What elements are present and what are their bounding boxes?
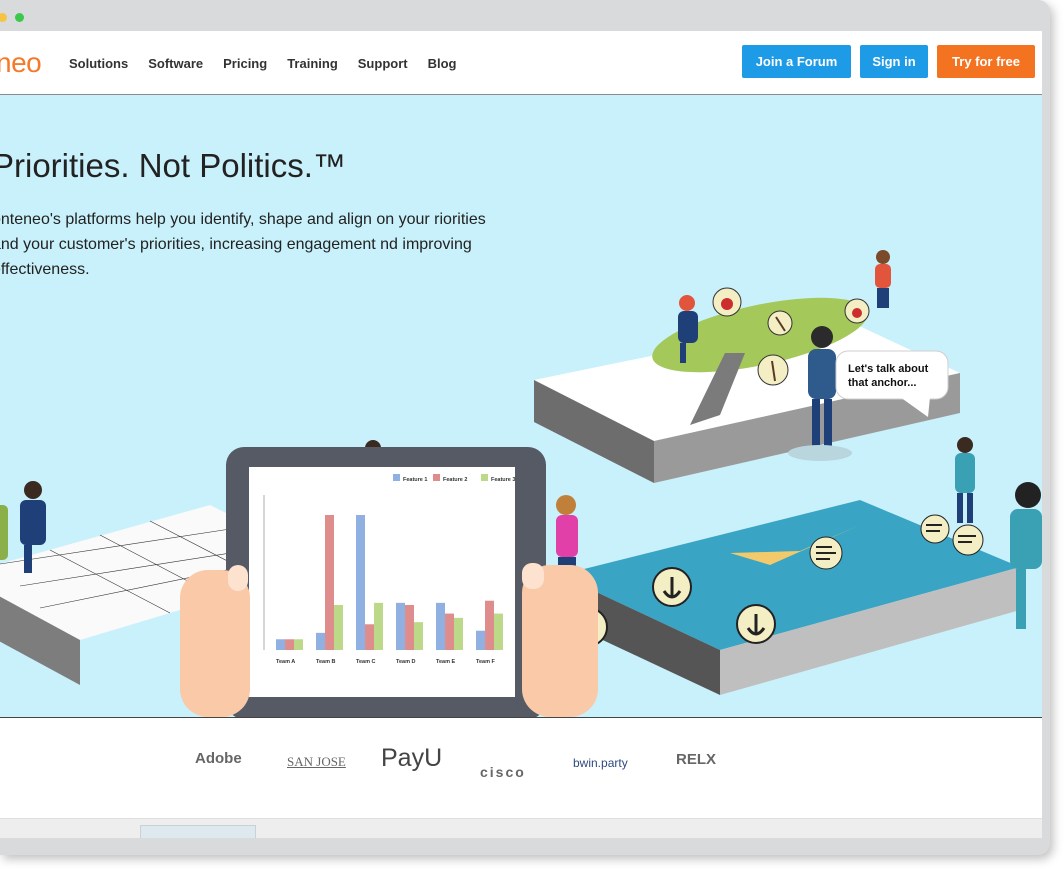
x-tick-label: Team A bbox=[276, 659, 295, 665]
x-tick-label: Team F bbox=[476, 659, 495, 665]
svg-text:Let's talk about: Let's talk about bbox=[848, 363, 929, 375]
sign-in-button[interactable]: Sign in bbox=[860, 45, 928, 78]
legend-swatch bbox=[433, 474, 440, 481]
bar-team-d-f1 bbox=[396, 602, 405, 650]
bar-team-a-f3 bbox=[294, 639, 303, 650]
person-man-top-right bbox=[875, 250, 891, 308]
bar-team-e-f1 bbox=[436, 602, 445, 650]
legend-swatch bbox=[393, 474, 400, 481]
maximize-dot[interactable] bbox=[15, 13, 24, 22]
x-tick-label: Team C bbox=[356, 659, 375, 665]
menu-solutions[interactable]: Solutions bbox=[69, 56, 128, 71]
legend-label: Feature 3 bbox=[491, 477, 515, 483]
bar-team-d-f2 bbox=[405, 605, 414, 650]
wind-icon-2 bbox=[920, 514, 950, 544]
legend-label: Feature 1 bbox=[403, 477, 427, 483]
wind-icon bbox=[809, 536, 843, 570]
left-hand bbox=[180, 570, 250, 717]
page-viewport: neo Solutions Software Pricing Training … bbox=[0, 31, 1042, 838]
bar-team-f-f3 bbox=[494, 613, 503, 650]
hero-illustration: Let's talk about that anchor... Team A Te… bbox=[0, 250, 1042, 717]
site-logo[interactable]: neo bbox=[0, 47, 42, 79]
person-woman-clipboard bbox=[955, 437, 975, 523]
menu-training[interactable]: Training bbox=[287, 56, 338, 71]
try-free-button[interactable]: Try for free bbox=[937, 45, 1035, 78]
menu-support[interactable]: Support bbox=[358, 56, 408, 71]
hero-description: onteneo's platforms help you identify, s… bbox=[0, 211, 486, 278]
x-tick-label: Team B bbox=[316, 659, 335, 665]
menu-pricing[interactable]: Pricing bbox=[223, 56, 267, 71]
hero-title: Priorities. Not Politics.™ bbox=[0, 147, 346, 184]
bar-team-c-f1 bbox=[356, 515, 365, 650]
hero-section: Let's talk about that anchor... Team A Te… bbox=[0, 95, 1042, 718]
logo-bwin-party: bwin.party bbox=[573, 756, 628, 770]
customer-logos: Adobe SAN JOSE PayU cisco bwin.party REL… bbox=[0, 718, 1042, 818]
branch-icon-2 bbox=[757, 354, 789, 386]
logo-adobe: Adobe bbox=[195, 750, 242, 767]
bar-team-d-f3 bbox=[414, 622, 423, 650]
legend-label: Feature 2 bbox=[443, 477, 467, 483]
bar-team-c-f2 bbox=[365, 624, 374, 650]
bar-team-f-f2 bbox=[485, 600, 494, 650]
bar-team-b-f1 bbox=[316, 632, 325, 650]
top-nav: neo Solutions Software Pricing Training … bbox=[0, 31, 1042, 95]
person-woman-left bbox=[0, 505, 8, 560]
wind-icon-3 bbox=[952, 524, 984, 556]
main-menu: Solutions Software Pricing Training Supp… bbox=[69, 56, 456, 71]
x-tick-label: Team E bbox=[436, 659, 455, 665]
apple-icon-2 bbox=[844, 298, 870, 324]
logo-san-jose: SAN JOSE bbox=[287, 754, 346, 769]
bar-team-b-f2 bbox=[325, 515, 334, 650]
minimize-dot[interactable] bbox=[0, 13, 7, 22]
logo-payu: PayU bbox=[381, 744, 443, 772]
preview-strip bbox=[0, 818, 1042, 838]
join-forum-button[interactable]: Join a Forum bbox=[742, 45, 851, 78]
bar-team-b-f3 bbox=[334, 605, 343, 650]
apple-icon bbox=[712, 287, 742, 317]
x-tick-label: Team D bbox=[396, 659, 415, 665]
screenshot-thumbnail[interactable] bbox=[140, 825, 256, 838]
menu-software[interactable]: Software bbox=[148, 56, 203, 71]
anchor-icon bbox=[652, 567, 692, 607]
bar-team-e-f3 bbox=[454, 617, 463, 650]
browser-window: neo Solutions Software Pricing Training … bbox=[0, 0, 1050, 855]
tablet: Team A Team B Team C Team D Team E Team F Feat… bbox=[180, 447, 598, 717]
bar-team-c-f3 bbox=[374, 602, 383, 650]
bar-team-a-f2 bbox=[285, 639, 294, 650]
logo-relx: RELX bbox=[676, 751, 717, 768]
bar-team-a-f1 bbox=[276, 639, 285, 650]
svg-text:that anchor...: that anchor... bbox=[848, 377, 916, 389]
branch-icon bbox=[767, 310, 793, 336]
anchor-icon-2 bbox=[736, 604, 776, 644]
menu-blog[interactable]: Blog bbox=[428, 56, 457, 71]
bar-team-e-f2 bbox=[445, 613, 454, 650]
logo-cisco: cisco bbox=[480, 764, 526, 780]
legend-swatch bbox=[481, 474, 488, 481]
bar-team-f-f1 bbox=[476, 630, 485, 650]
